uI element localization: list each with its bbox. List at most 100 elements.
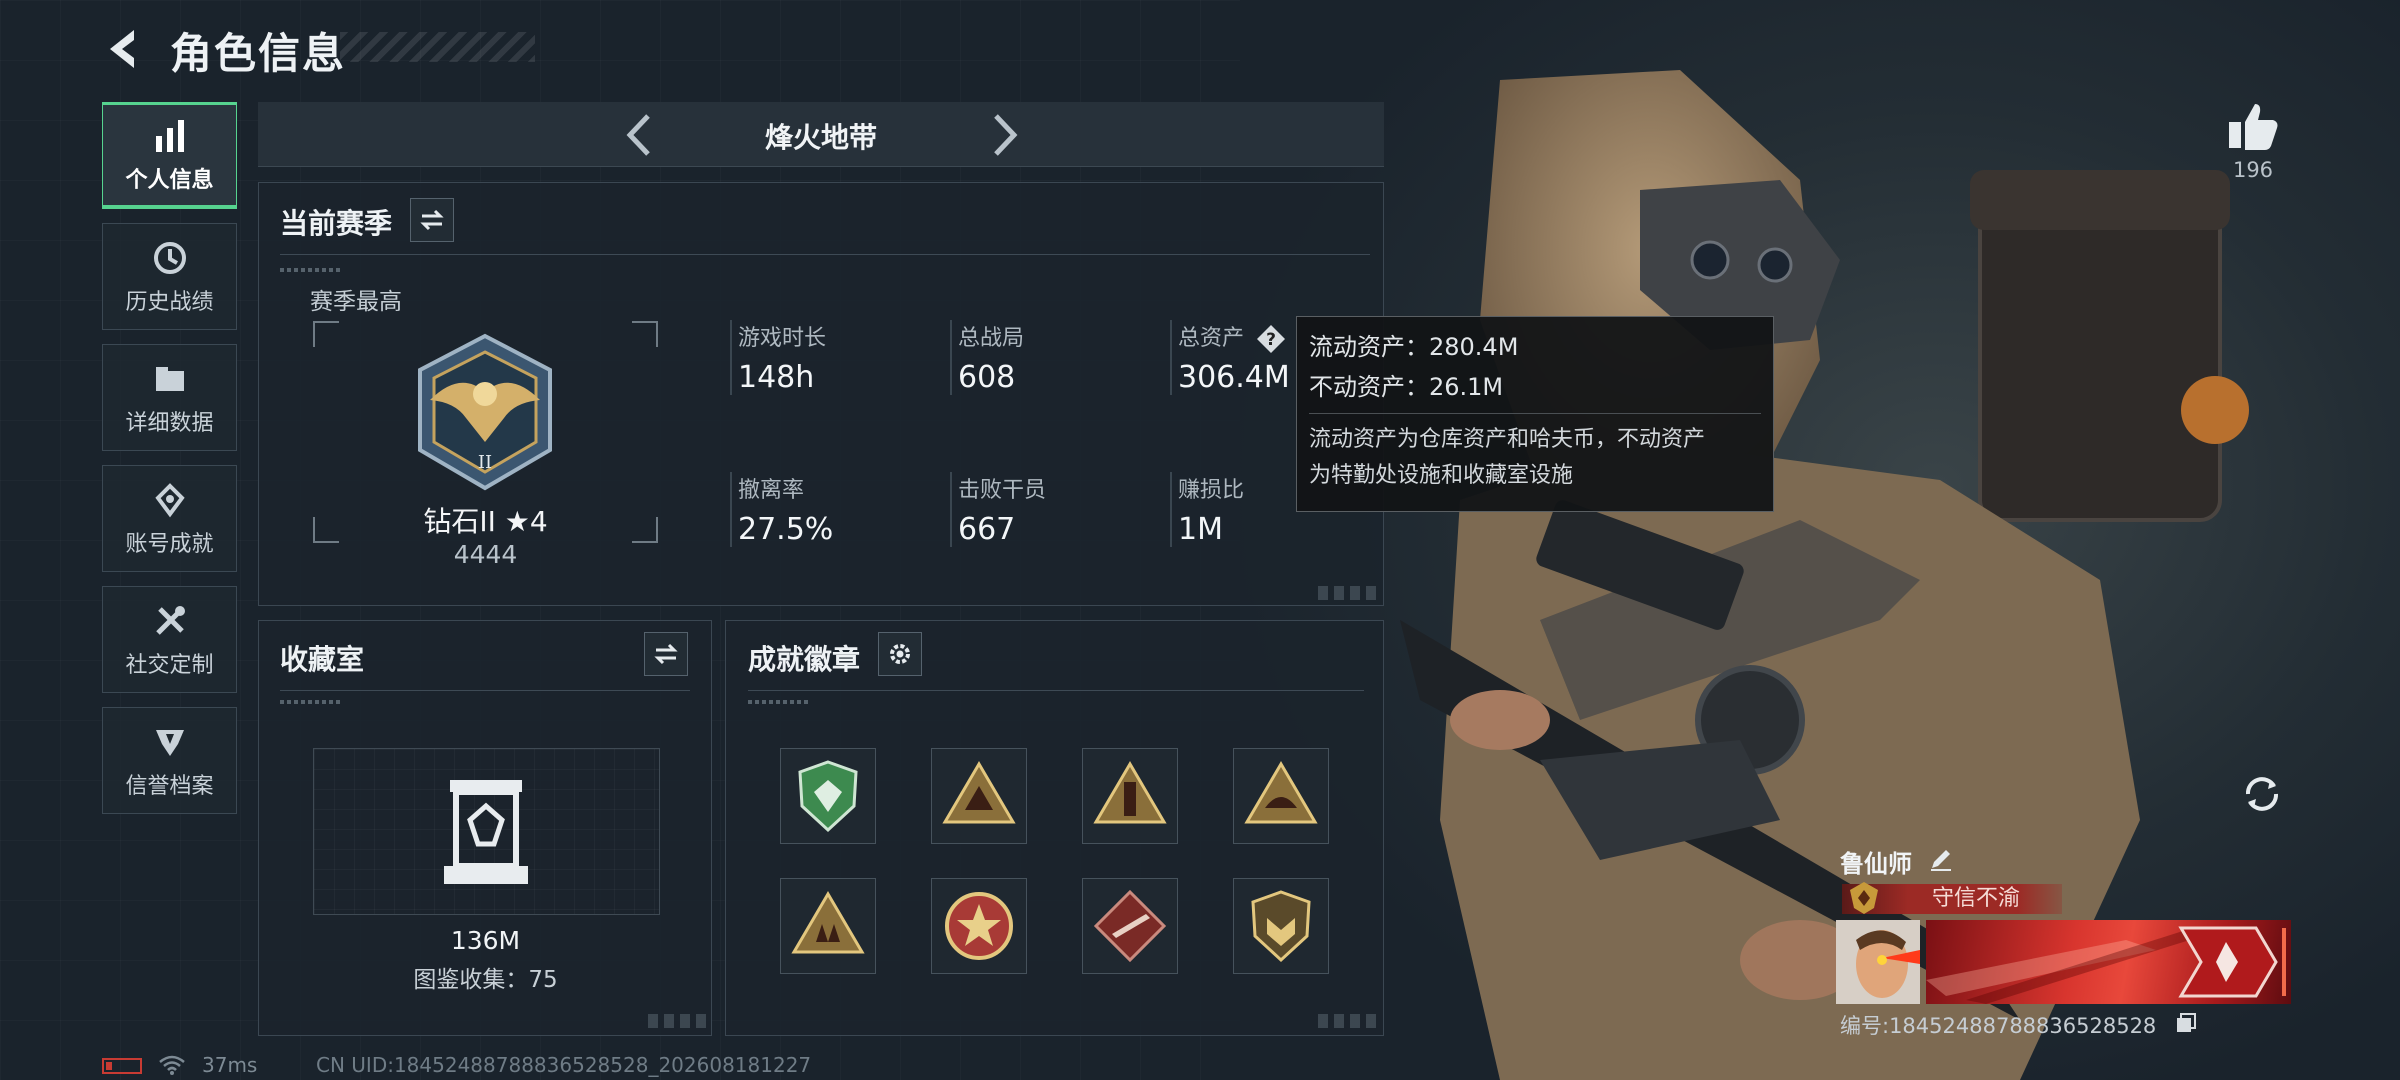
achievements-settings-button[interactable] [878, 632, 922, 676]
sidebar-item-personal-info[interactable]: 个人信息 [102, 102, 237, 209]
back-button[interactable] [100, 24, 150, 74]
next-mode-button[interactable] [978, 110, 1028, 160]
sidebar-item-label: 详细数据 [125, 410, 214, 436]
panel-corner-decoration [648, 1014, 708, 1028]
achievements-tick-decoration [748, 700, 808, 704]
svg-text:?: ? [1266, 330, 1276, 350]
stat-operators-defeated: 击败干员 667 [950, 472, 1158, 547]
svg-text:II: II [478, 452, 492, 473]
rotate-model-icon[interactable] [2240, 772, 2284, 816]
star-wreath-medal-icon [945, 892, 1013, 960]
title-badge-text: 守信不渝 [1931, 886, 2020, 911]
tooltip-desc-line1: 流动资产为仓库资产和哈夫币，不动资产 [1309, 427, 1706, 452]
medal-slot[interactable] [931, 748, 1027, 844]
tooltip-divider [1309, 413, 1761, 414]
medal-slot[interactable] [1082, 748, 1178, 844]
thumbs-up-icon[interactable] [2225, 98, 2281, 154]
sidebar-item-label: 社交定制 [125, 652, 214, 678]
achievements-divider [748, 690, 1364, 691]
shield-crest-medal-icon [1251, 890, 1311, 963]
medal-slot[interactable] [780, 878, 876, 974]
tools-icon [155, 605, 185, 635]
player-uid: 编号:184524887888365285​28 [1840, 1014, 2157, 1038]
stat-value: 1M [1178, 512, 1223, 547]
footer-uid: CN UID:1845248878883652852​8_20260818122… [316, 1053, 812, 1077]
collection-switch-button[interactable] [644, 632, 688, 676]
showcase-cabinet-icon [444, 780, 528, 884]
ping-indicator: 37ms [202, 1053, 258, 1077]
copy-icon[interactable] [2175, 1012, 2197, 1034]
collection-title: 收藏室 [280, 643, 365, 676]
medal-slot[interactable] [931, 878, 1027, 974]
mode-selector: 烽火地带 [258, 102, 1384, 167]
avatar[interactable] [1836, 920, 1920, 1004]
diamond-rifle-medal-icon [1093, 889, 1167, 963]
tower-medal-icon [1093, 761, 1167, 824]
season-title: 当前赛季 [280, 207, 393, 240]
credit-shield-icon [155, 729, 184, 756]
wifi-icon [159, 1055, 185, 1075]
sidebar-item-label: 历史战绩 [125, 289, 214, 315]
gear-icon [890, 644, 910, 664]
stat-extraction-rate: 撤离率 27.5% [730, 472, 938, 547]
battery-icon [102, 1058, 142, 1074]
tooltip-desc-line2: 为特勤处设施和收藏室设施 [1309, 463, 1574, 488]
avatar-portrait-icon [1836, 920, 1920, 1004]
rank-label: 钻石II ★4 [423, 505, 548, 538]
stat-value: 667 [958, 512, 1016, 547]
stat-label: 击败干员 [958, 478, 1047, 503]
stat-total-matches: 总战局 608 [950, 320, 1158, 395]
season-divider [280, 254, 1370, 255]
sidebar-item-achievements[interactable]: 账号成就 [102, 465, 237, 572]
triangle-squad-medal-icon [791, 891, 865, 954]
mode-title: 烽火地带 [764, 121, 877, 154]
green-shield-medal-icon [798, 760, 858, 833]
title-decoration [340, 32, 535, 62]
stat-value: 148h [738, 360, 815, 395]
stat-value: 27.5% [738, 512, 834, 547]
swap-icon [420, 209, 444, 231]
page-title: 角色信息 [170, 29, 347, 78]
medal-slot[interactable] [1233, 748, 1329, 844]
season-tick-decoration [280, 268, 340, 272]
history-clock-icon [153, 241, 186, 274]
stat-label-text: 总资产 [1178, 326, 1245, 351]
sidebar: 个人信息 历史战绩 详细数据 账号成就 社交定制 信誉档案 [102, 102, 239, 828]
tooltip-liquid-assets: 流动资产：280.4M [1309, 333, 1519, 361]
season-best-label: 赛季最高 [310, 289, 402, 315]
season-switch-button[interactable] [410, 198, 454, 242]
bar-chart-icon [155, 120, 184, 152]
sidebar-item-label: 账号成就 [125, 531, 214, 557]
stat-label: 总战局 [958, 326, 1025, 351]
sidebar-item-credit-record[interactable]: 信誉档案 [102, 707, 237, 814]
triangle-medal-icon [942, 761, 1016, 824]
folder-icon [155, 366, 184, 391]
medal-slot[interactable] [780, 748, 876, 844]
sidebar-item-label: 信誉档案 [125, 773, 214, 799]
assets-tooltip: 流动资产：280.4M 不动资产：26.1M 流动资产为仓库资产和哈夫币，不动资… [1296, 316, 1774, 512]
name-card-banner[interactable] [1926, 920, 2291, 1004]
like-count: 196 [2232, 158, 2274, 182]
title-emblem-icon [1850, 882, 1878, 914]
sidebar-item-detailed-data[interactable]: 详细数据 [102, 344, 237, 451]
panel-corner-decoration [1318, 586, 1378, 600]
achievements-title: 成就徽章 [748, 643, 861, 676]
collection-value: 136M [450, 926, 521, 955]
edit-pencil-icon[interactable] [1928, 846, 1954, 872]
player-name: 鲁仙师 [1840, 850, 1912, 878]
collection-divider [280, 690, 690, 691]
sunrise-medal-icon [1244, 761, 1318, 824]
rank-score: 4444 [453, 540, 518, 569]
collection-tick-decoration [280, 700, 340, 704]
medal-slot[interactable] [1082, 878, 1178, 974]
stat-label: 撤离率 [738, 478, 805, 503]
panel-corner-decoration [1318, 1014, 1378, 1028]
collection-catalog: 图鉴收集：75 [413, 967, 558, 993]
sidebar-item-history[interactable]: 历史战绩 [102, 223, 237, 330]
medal-slot[interactable] [1233, 878, 1329, 974]
stat-play-time: 游戏时长 148h [730, 320, 938, 395]
sidebar-item-label: 个人信息 [125, 168, 214, 193]
help-icon[interactable]: ? [1255, 323, 1287, 355]
banner-artwork-icon [1926, 926, 2286, 1004]
sidebar-item-social-custom[interactable]: 社交定制 [102, 586, 237, 693]
